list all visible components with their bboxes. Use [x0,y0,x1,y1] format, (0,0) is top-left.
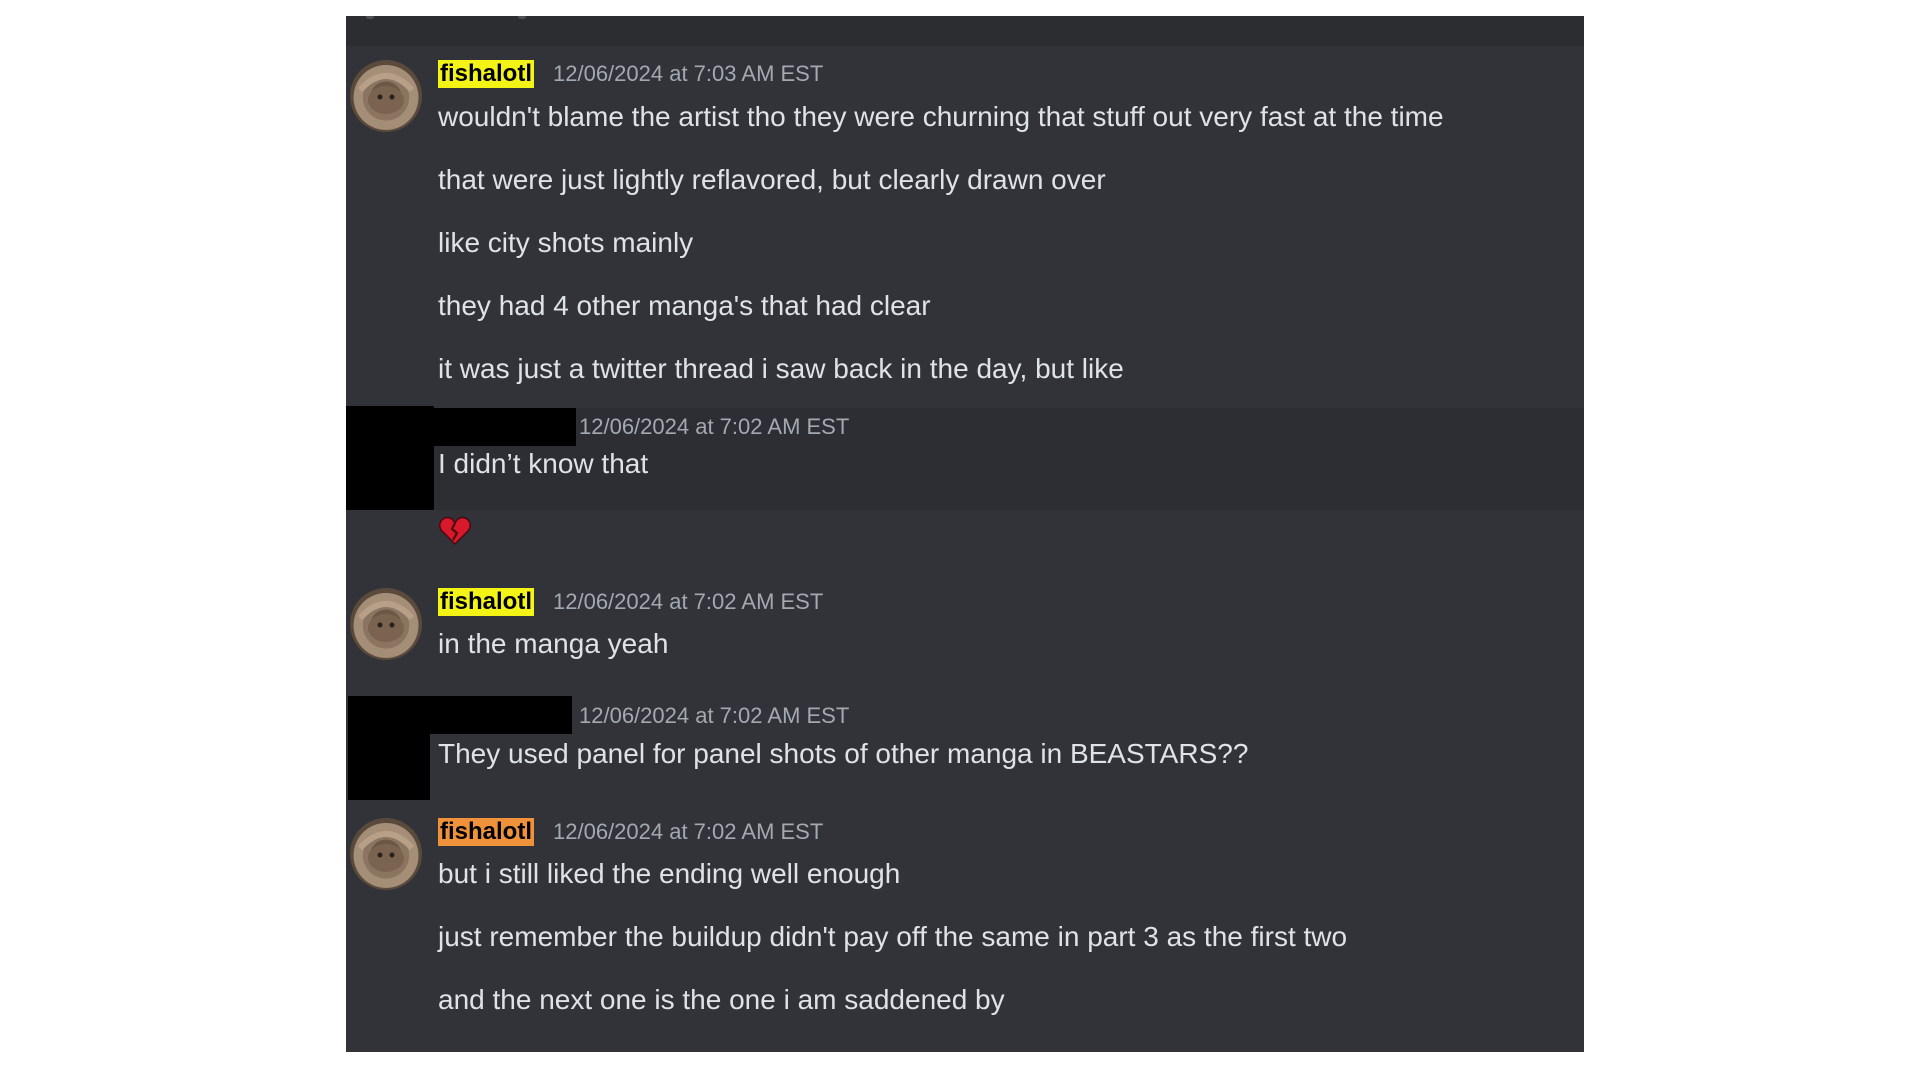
message-text: and the next one is the one i am saddene… [438,984,1005,1015]
message-text: but i still liked the ending well enough [438,858,901,889]
user-avatar[interactable] [350,588,422,660]
message-group: 12/06/2024 at 7:02 AM EST They used pane… [346,696,1584,816]
message-text: I didn’t know that [438,448,649,479]
message-text: in the manga yeah [438,628,669,659]
redacted-username [434,408,576,446]
username[interactable]: fishalotl [438,588,535,616]
message-timestamp: 12/06/2024 at 7:02 AM EST [553,819,824,844]
username[interactable]: fishalotl [438,818,535,846]
message-text: they had 4 other manga's that had clear [438,290,931,321]
message-group: fishalotl 12/06/2024 at 7:03 AM EST woul… [346,46,1584,416]
message-timestamp: 12/06/2024 at 7:03 AM EST [553,61,824,86]
message-timestamp: 12/06/2024 at 7:02 AM EST [553,589,824,614]
message-timestamp: 12/06/2024 at 7:02 AM EST [579,703,850,728]
message-group: fishalotl 12/06/2024 at 7:02 AM EST in t… [346,576,1584,686]
header-icon [366,16,374,19]
user-avatar[interactable] [350,60,422,132]
message-text: it was just a twitter thread i saw back … [438,353,1124,384]
user-avatar[interactable] [350,818,422,890]
message-text: just remember the buildup didn't pay off… [438,921,1348,952]
redacted-avatar [346,406,434,510]
message-text: They used panel for panel shots of other… [438,738,1249,769]
username[interactable]: fishalotl [438,60,535,88]
chat-panel: fishalotl 12/06/2024 at 7:03 AM EST woul… [346,16,1584,1052]
redacted-username [430,696,572,734]
redacted-avatar [348,696,430,800]
message-group: fishalotl 12/06/2024 at 7:02 AM EST but … [346,806,1584,1052]
message-text: that were just lightly reflavored, but c… [438,164,1106,195]
message-group: 12/06/2024 at 7:02 AM EST I didn’t know … [346,406,1584,510]
message-timestamp: 12/06/2024 at 7:02 AM EST [579,414,850,439]
message-text: like city shots mainly [438,227,694,258]
message-text: wouldn't blame the artist tho they were … [438,101,1444,132]
chat-header-strip [346,16,1584,46]
broken-heart-icon[interactable] [438,514,472,548]
header-icon [518,16,526,19]
